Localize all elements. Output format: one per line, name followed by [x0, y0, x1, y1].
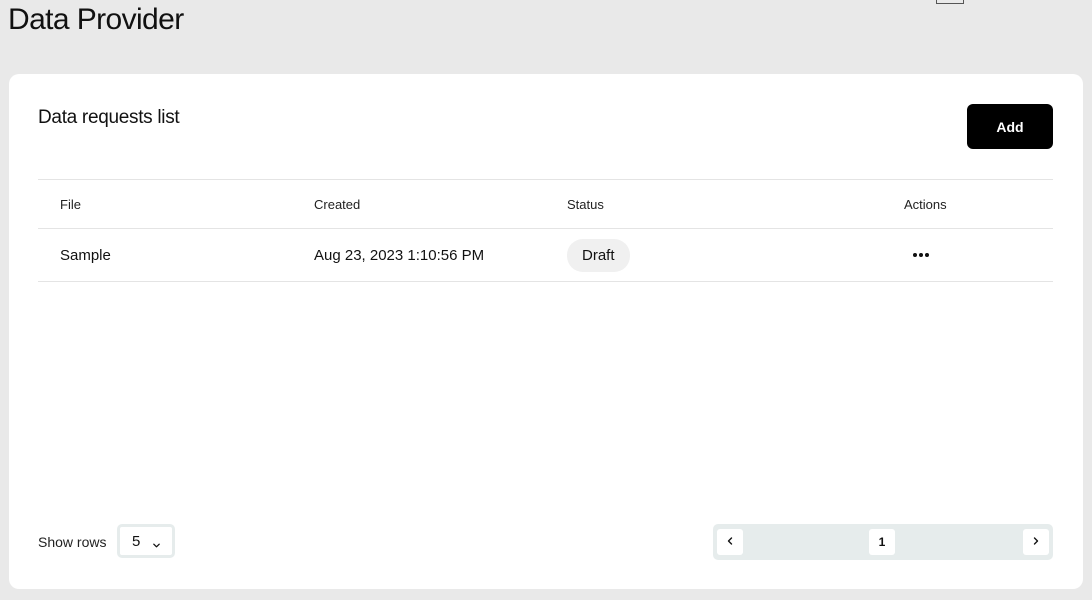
table-row: Sample Aug 23, 2023 1:10:56 PM Draft [38, 228, 1053, 282]
column-header-status: Status [567, 196, 604, 212]
row-status-cell: Draft [567, 229, 630, 281]
add-button[interactable]: Add [967, 104, 1053, 149]
card-title: Data requests list [38, 107, 180, 128]
column-header-actions: Actions [904, 196, 947, 212]
data-requests-card: Data requests list Add File Created Stat… [9, 74, 1083, 589]
table-header-row: File Created Status Actions [38, 179, 1053, 228]
data-requests-table: File Created Status Actions Sample Aug 2… [38, 179, 1053, 282]
chevron-right-icon [1031, 533, 1041, 551]
next-page-button[interactable] [1023, 529, 1049, 555]
page-title: Data Provider [8, 3, 184, 36]
prev-page-button[interactable] [717, 529, 743, 555]
status-badge: Draft [567, 238, 630, 272]
show-rows-label: Show rows [38, 534, 107, 550]
more-horizontal-icon[interactable] [904, 241, 938, 269]
rows-per-page-select[interactable]: 5 [117, 524, 175, 558]
row-actions-cell [904, 229, 938, 281]
page-button-current[interactable]: 1 [869, 529, 895, 555]
chevron-down-icon [152, 537, 161, 555]
column-header-file: File [60, 196, 81, 212]
pagination: 1 [713, 524, 1053, 560]
row-created: Aug 23, 2023 1:10:56 PM [314, 246, 485, 264]
window-edge-mark [936, 0, 964, 4]
rows-per-page-value: 5 [132, 532, 141, 550]
column-header-created: Created [314, 196, 361, 212]
row-file: Sample [60, 246, 111, 264]
chevron-left-icon [725, 533, 735, 551]
